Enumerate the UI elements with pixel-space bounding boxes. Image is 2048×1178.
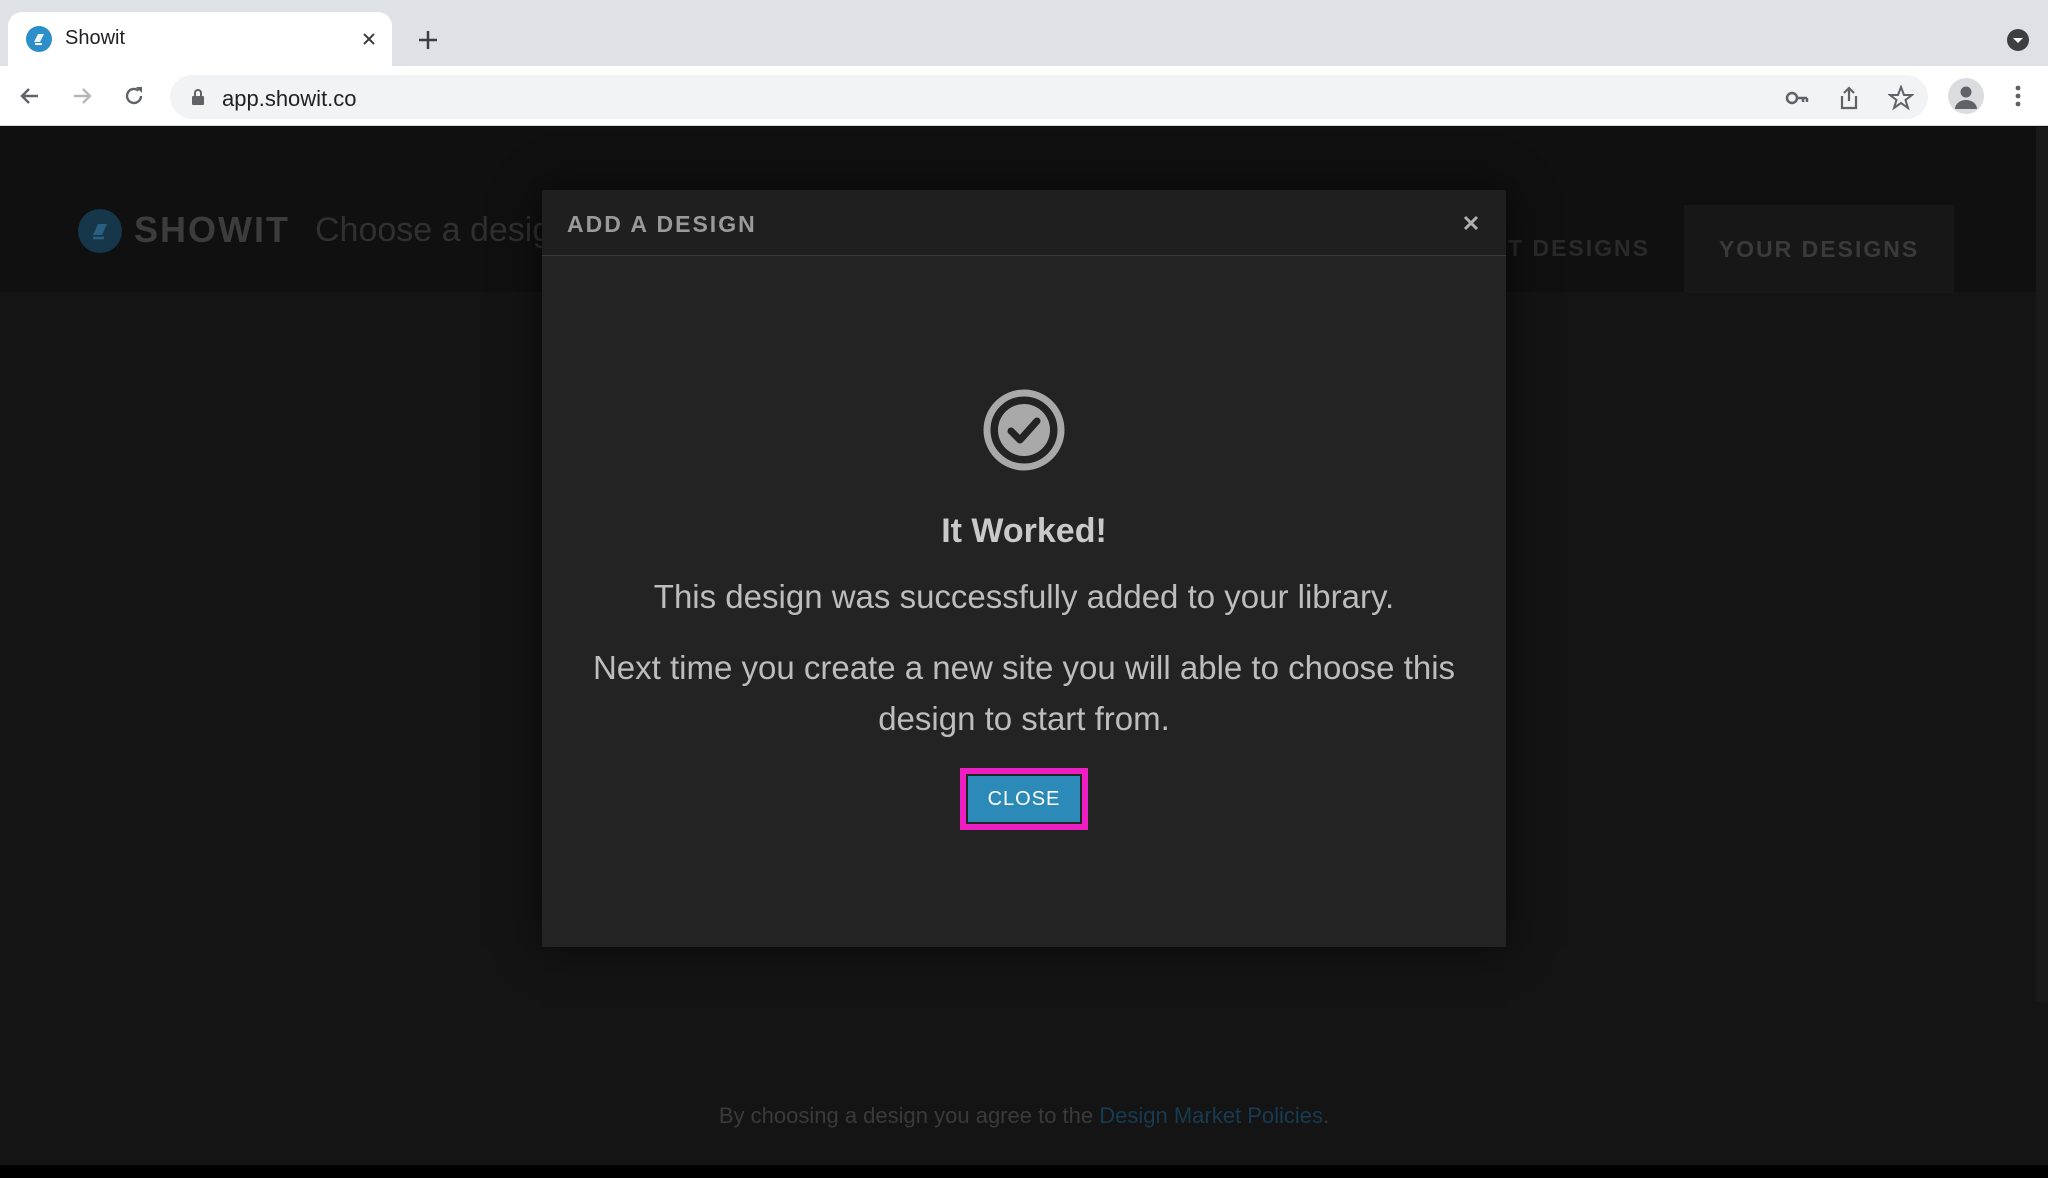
showit-logo-icon (78, 209, 122, 253)
policy-note-suffix: . (1323, 1103, 1330, 1128)
policy-note: By choosing a design you agree to the De… (0, 1103, 2048, 1129)
design-market-policies-link[interactable]: Design Market Policies (1099, 1103, 1323, 1128)
back-arrow-left-icon[interactable] (14, 80, 46, 112)
logo-text: SHOWIT (134, 209, 290, 250)
new-tab-plus-icon[interactable] (412, 24, 444, 56)
profile-avatar-icon[interactable] (1948, 78, 1984, 114)
lock-icon (188, 87, 208, 107)
tab-strip: Showit (0, 0, 2048, 66)
close-button[interactable]: CLOSE (968, 776, 1080, 822)
modal-title: ADD A DESIGN (567, 211, 757, 237)
page-scrollbar[interactable] (2036, 127, 2048, 1002)
browser-toolbar: app.showit.co (0, 66, 2048, 126)
url-text: app.showit.co (222, 86, 357, 111)
page-bottom-edge (0, 1165, 2048, 1178)
tab-your-designs-label: YOUR DESIGNS (1718, 235, 1920, 262)
tab-search-chevron-down-icon[interactable] (2004, 26, 2032, 54)
key-icon[interactable] (1782, 83, 1812, 113)
kebab-menu-icon[interactable] (2004, 80, 2032, 112)
share-icon[interactable] (1834, 83, 1864, 113)
modal-header: ADD A DESIGN (542, 190, 1506, 256)
showit-favicon-icon (26, 26, 52, 52)
success-detail: Next time you create a new site you will… (592, 649, 1456, 737)
browser-tab[interactable]: Showit (8, 12, 392, 66)
policy-note-prefix: By choosing a design you agree to the (718, 1103, 1100, 1128)
reload-icon[interactable] (118, 80, 150, 112)
page-subtitle: Choose a design (315, 211, 571, 249)
add-design-modal: ADD A DESIGN It Worked! This design was … (542, 190, 1506, 947)
success-message: This design was successfully added to yo… (653, 578, 1395, 615)
bookmark-star-icon[interactable] (1886, 83, 1916, 113)
tab-close-icon[interactable] (356, 26, 382, 52)
address-bar[interactable]: app.showit.co (170, 75, 1928, 119)
tab-title: Showit (65, 27, 126, 49)
tab-your-designs[interactable]: YOUR DESIGNS (1684, 205, 1954, 293)
success-heading: It Worked! (941, 512, 1107, 550)
modal-close-icon[interactable] (1456, 208, 1486, 238)
forward-arrow-right-icon[interactable] (66, 80, 98, 112)
check-circle-icon (983, 389, 1065, 471)
tab-market-designs[interactable]: MARKET DESIGNS (1490, 235, 1650, 262)
